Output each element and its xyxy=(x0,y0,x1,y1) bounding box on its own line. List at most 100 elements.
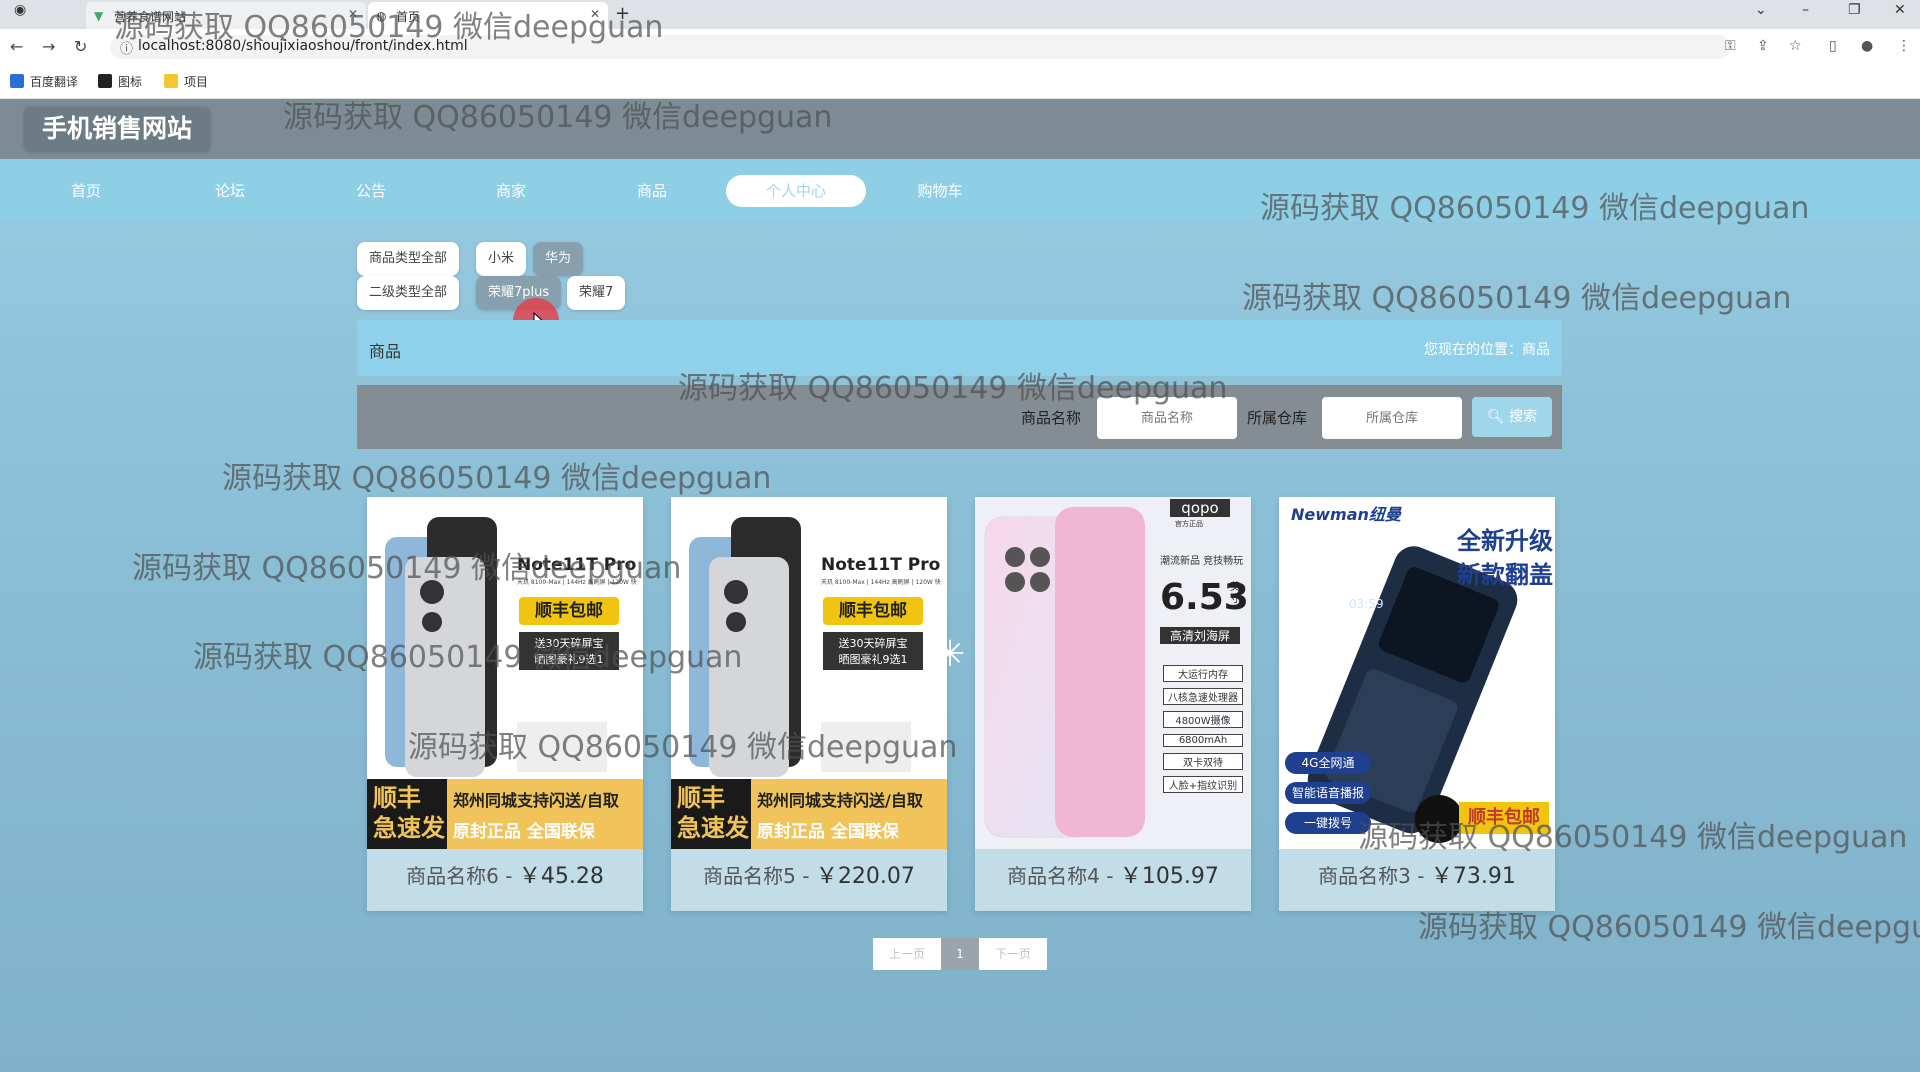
product-image[interactable]: Newman纽曼 全新升级 新款翻盖 03:59 4G全网通 智能语音播报 一键… xyxy=(1279,497,1555,849)
search-button[interactable]: 🔍︎ 搜索 xyxy=(1472,397,1552,437)
nav-cart[interactable]: 购物车 xyxy=(909,175,971,207)
image-icon xyxy=(98,74,112,88)
product-caption[interactable]: 商品名称4 - ￥105.97 xyxy=(975,849,1251,911)
product-image[interactable]: Note11T Pro 天玑 8100-Max | 144Hz 高刷屏 | 12… xyxy=(367,497,643,849)
product-name: 商品名称5 xyxy=(703,864,796,888)
star-icon[interactable]: ☆ xyxy=(1789,38,1802,54)
product-image[interactable]: Note11T Pro 天玑 8100-Max | 144Hz 高刷屏 | 12… xyxy=(671,497,947,849)
product-slogan: 顺丰 急速发 xyxy=(373,784,445,842)
product-promo: 送30天碎屏宝 晒图豪礼9选1 xyxy=(823,632,923,670)
reload-icon[interactable]: ↻ xyxy=(74,37,87,56)
product-headline: 新款翻盖 xyxy=(1457,561,1553,589)
product-badge: 顺丰包邮 xyxy=(519,597,619,625)
filter-huawei[interactable]: 华为 xyxy=(533,242,584,276)
product-brand: qopo xyxy=(1170,499,1230,517)
feature-item: 人脸+指纹识别 xyxy=(1163,776,1243,793)
nav-personal-center[interactable]: 个人中心 xyxy=(726,175,866,207)
filter-type-all[interactable]: 商品类型全部 xyxy=(357,242,460,276)
close-icon[interactable]: ✕ xyxy=(590,7,600,21)
more-icon[interactable]: ⋮ xyxy=(1897,38,1911,54)
nav-home[interactable]: 首页 xyxy=(56,175,116,207)
feature-item: 6800mAh xyxy=(1163,734,1243,747)
search-bar: 商品名称 所属仓库 🔍︎ 搜索 xyxy=(357,385,1562,449)
nav-forum[interactable]: 论坛 xyxy=(200,175,260,207)
product-card[interactable]: Note11T Pro 天玑 8100-Max | 144Hz 高刷屏 | 12… xyxy=(671,497,947,911)
bookmark-item[interactable]: 项目 xyxy=(164,73,208,90)
address-bar-row: ← → ↻ ⓘ localhost:8080/shoujixiaoshou/fr… xyxy=(0,29,1920,65)
key-icon[interactable]: ⚿ xyxy=(1725,38,1736,54)
close-icon[interactable]: ✕ xyxy=(348,7,358,21)
folder-icon xyxy=(164,74,178,88)
nav-merchant[interactable]: 商家 xyxy=(481,175,541,207)
bookmark-item[interactable]: 图标 xyxy=(98,73,142,90)
product-screen: 高清刘海屏 xyxy=(1160,627,1240,644)
next-page-button[interactable]: 下一页 xyxy=(979,938,1047,970)
product-slogan: 郑州同城支持闪送/自取 xyxy=(757,791,923,810)
product-caption[interactable]: 商品名称6 - ￥45.28 xyxy=(367,849,643,911)
product-card[interactable]: Note11T Pro 天玑 8100-Max | 144Hz 高刷屏 | 12… xyxy=(367,497,643,911)
nav-goods[interactable]: 商品 xyxy=(622,175,682,207)
vue-icon: ▼ xyxy=(94,9,104,23)
site-logo[interactable]: 手机销售网站 xyxy=(24,107,211,151)
browser-tab-label: 首页 xyxy=(396,10,421,24)
product-headline: 全新升级 xyxy=(1457,527,1553,555)
product-tag: 潮流新品 竞技畅玩 xyxy=(1160,556,1244,567)
forward-icon[interactable]: → xyxy=(42,37,55,56)
product-image[interactable]: qopo 官方正品 潮流新品 竞技畅玩 6.53 英寸 高清刘海屏 大运行内存 … xyxy=(975,497,1251,849)
product-name: 商品名称4 xyxy=(1007,864,1100,888)
filter-honor7[interactable]: 荣耀7 xyxy=(567,276,626,310)
globe-icon: ◍ xyxy=(376,9,387,23)
product-unit: 英寸 xyxy=(1230,582,1240,605)
profile-icon[interactable]: ● xyxy=(1861,38,1873,54)
page-number-button[interactable]: 1 xyxy=(941,938,979,970)
tab-search-icon[interactable]: ⌄ xyxy=(1755,2,1767,18)
feature-item: 大运行内存 xyxy=(1163,665,1243,682)
url-text: localhost:8080/shoujixiaoshou/front/inde… xyxy=(138,38,468,54)
product-spec: 天玑 8100-Max | 144Hz 高刷屏 | 120W 快充 xyxy=(517,579,637,586)
warehouse-search-input[interactable] xyxy=(1322,397,1462,439)
browser-tab[interactable]: ▼ 营养食谱网站 ✕ xyxy=(86,2,366,29)
new-tab-button[interactable]: + xyxy=(615,3,630,24)
watermark: 源码获取 QQ86050149 微信deepguan xyxy=(1242,281,1792,316)
browser-tabbar: ◉ ▼ 营养食谱网站 ✕ ◍ 首页 ✕ + ⌄ – ❐ ✕ xyxy=(0,0,1920,29)
browser-menu-icon[interactable]: ◉ xyxy=(14,2,26,18)
sidepanel-icon[interactable]: ▯ xyxy=(1829,38,1837,54)
nav-notice[interactable]: 公告 xyxy=(341,175,401,207)
filter-subtype-all[interactable]: 二级类型全部 xyxy=(357,276,460,310)
product-card[interactable]: qopo 官方正品 潮流新品 竞技畅玩 6.53 英寸 高清刘海屏 大运行内存 … xyxy=(975,497,1251,911)
bookmark-item[interactable]: 百度翻译 xyxy=(10,73,78,90)
name-label: 商品名称 xyxy=(1021,409,1082,427)
translate-icon xyxy=(10,74,24,88)
product-brand: Note11T Pro xyxy=(517,555,637,575)
bookmarks-bar: 百度翻译 图标 项目 xyxy=(0,65,1920,99)
product-price: ￥45.28 xyxy=(518,864,604,889)
price-separator: - xyxy=(1410,864,1431,888)
product-features: 大运行内存 八核急速处理器 4800W摄像 6800mAh 双卡双待 人脸+指纹… xyxy=(1163,665,1243,799)
minimize-icon[interactable]: – xyxy=(1802,2,1809,18)
url-input[interactable]: ⓘ localhost:8080/shoujixiaoshou/front/in… xyxy=(110,35,1730,59)
page-title: 商品 xyxy=(369,342,402,361)
breadcrumb: 您现在的位置：商品 xyxy=(1424,342,1550,358)
back-icon[interactable]: ← xyxy=(10,37,23,56)
product-card[interactable]: Newman纽曼 全新升级 新款翻盖 03:59 4G全网通 智能语音播报 一键… xyxy=(1279,497,1555,911)
product-slogan: 原封正品 全国联保 xyxy=(453,822,595,842)
search-icon: 🔍︎ xyxy=(1486,409,1510,425)
feature-item: 4800W摄像 xyxy=(1163,711,1243,728)
browser-tab-active[interactable]: ◍ 首页 ✕ xyxy=(368,2,608,29)
product-caption[interactable]: 商品名称5 - ￥220.07 xyxy=(671,849,947,911)
main-nav: 首页 论坛 公告 商家 商品 个人中心 购物车 xyxy=(0,159,1920,222)
product-promo: 送30天碎屏宝 晒图豪礼9选1 xyxy=(519,632,619,670)
product-price: ￥105.97 xyxy=(1119,864,1219,889)
site-header: 手机销售网站 xyxy=(0,99,1920,159)
name-search-input[interactable] xyxy=(1097,397,1237,439)
share-icon[interactable]: ⇪ xyxy=(1757,38,1769,54)
product-caption[interactable]: 商品名称3 - ￥73.91 xyxy=(1279,849,1555,911)
prev-page-button[interactable]: 上一页 xyxy=(873,938,941,970)
price-separator: - xyxy=(498,864,519,888)
filter-xiaomi[interactable]: 小米 xyxy=(476,242,527,276)
product-slogan: 郑州同城支持闪送/自取 xyxy=(453,791,619,810)
restore-icon[interactable]: ❐ xyxy=(1848,2,1861,18)
product-slogan: 顺丰 急速发 xyxy=(677,784,749,842)
window-close-icon[interactable]: ✕ xyxy=(1894,2,1906,18)
product-price: ￥220.07 xyxy=(815,864,915,889)
